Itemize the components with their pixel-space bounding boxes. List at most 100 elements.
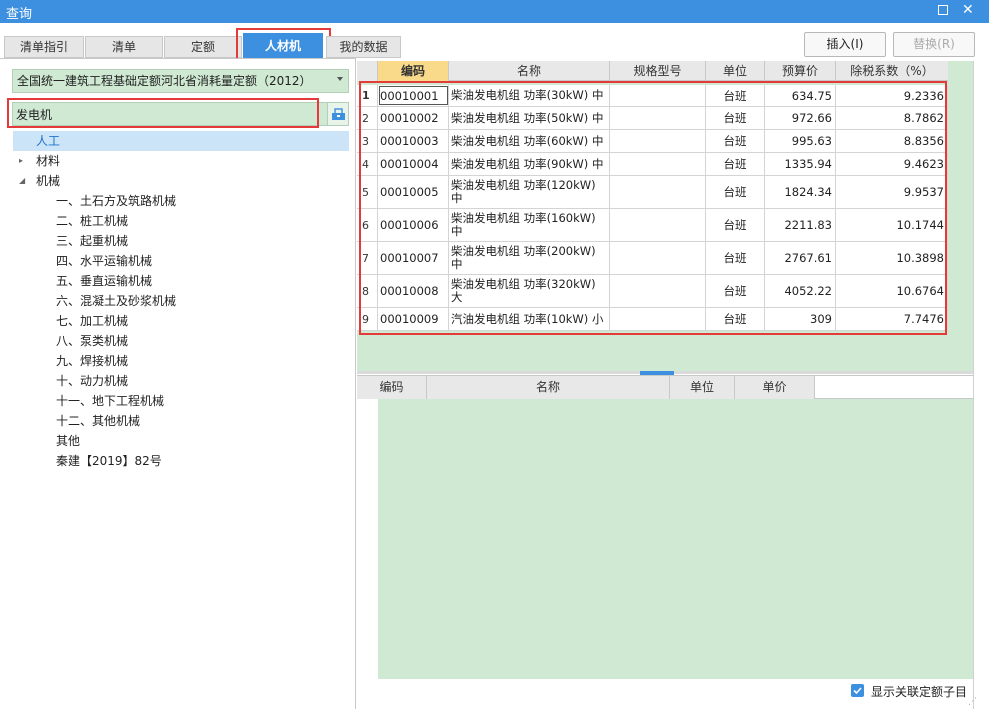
- cell-code[interactable]: 00010009: [378, 308, 449, 330]
- cell-code[interactable]: 00010004: [378, 153, 449, 175]
- resize-grip-icon[interactable]: ⋰: [968, 698, 982, 707]
- cell-tax-coefficient[interactable]: 10.6764: [836, 275, 948, 307]
- cell-spec[interactable]: [610, 275, 706, 307]
- collapse-icon[interactable]: ◢: [19, 176, 25, 185]
- cell-code[interactable]: 00010003: [378, 130, 449, 152]
- cell-tax-coefficient[interactable]: 8.8356: [836, 130, 948, 152]
- cell-code[interactable]: 00010007: [378, 242, 449, 274]
- col-header-price[interactable]: 预算价: [765, 61, 836, 81]
- tree-item-qinjian-2019-82[interactable]: 秦建【2019】82号: [56, 451, 162, 471]
- cell-unit[interactable]: 台班: [706, 153, 765, 175]
- quota-library-select[interactable]: 全国统一建筑工程基础定额河北省消耗量定额（2012）: [12, 69, 349, 93]
- cell-price[interactable]: 2211.83: [765, 209, 836, 241]
- cell-tax-coefficient[interactable]: 10.3898: [836, 242, 948, 274]
- table-row[interactable]: 1 00010001 柴油发电机组 功率(30kW) 中 台班 634.75 9…: [357, 85, 948, 107]
- tree-item-vertical-transport[interactable]: 五、垂直运输机械: [56, 271, 152, 291]
- insert-button[interactable]: 插入(I): [804, 32, 886, 57]
- tree-item-other[interactable]: 其他: [56, 431, 80, 451]
- sub-col-header-code[interactable]: 编码: [357, 376, 427, 399]
- table-row[interactable]: 9 00010009 汽油发电机组 功率(10kW) 小 台班 309 7.74…: [357, 308, 948, 331]
- tree-item-concrete-mortar[interactable]: 六、混凝土及砂浆机械: [56, 291, 176, 311]
- cell-price[interactable]: 309: [765, 308, 836, 330]
- tab-labor-material-machine[interactable]: 人材机: [243, 33, 323, 59]
- cell-code[interactable]: 00010001: [378, 85, 449, 106]
- table-row[interactable]: 3 00010003 柴油发电机组 功率(60kW) 中 台班 995.63 8…: [357, 130, 948, 153]
- col-header-name[interactable]: 名称: [449, 61, 610, 81]
- table-row[interactable]: 2 00010002 柴油发电机组 功率(50kW) 中 台班 972.66 8…: [357, 107, 948, 130]
- tree-item-power[interactable]: 十、动力机械: [56, 371, 128, 391]
- expand-icon[interactable]: ▸: [19, 156, 23, 165]
- tree-item-welding[interactable]: 九、焊接机械: [56, 351, 128, 371]
- show-related-quota-label[interactable]: 显示关联定额子目: [871, 683, 967, 700]
- cell-spec[interactable]: [610, 153, 706, 175]
- tree-item-pile-machinery[interactable]: 二、桩工机械: [56, 211, 128, 231]
- cell-tax-coefficient[interactable]: 10.1744: [836, 209, 948, 241]
- tab-quota[interactable]: 定额: [164, 36, 242, 58]
- cell-spec[interactable]: [610, 209, 706, 241]
- search-button[interactable]: [328, 102, 349, 126]
- col-header-tax-coefficient[interactable]: 除税系数（%）: [836, 61, 948, 81]
- tree-item-machinery[interactable]: 机械: [36, 171, 60, 191]
- cell-spec[interactable]: [610, 176, 706, 208]
- cell-spec[interactable]: [610, 130, 706, 152]
- cell-unit[interactable]: 台班: [706, 308, 765, 330]
- cell-spec[interactable]: [610, 85, 706, 106]
- cell-code[interactable]: 00010005: [378, 176, 449, 208]
- chevron-down-icon[interactable]: [337, 77, 343, 81]
- table-row[interactable]: 6 00010006 柴油发电机组 功率(160kW) 中 台班 2211.83…: [357, 209, 948, 242]
- col-header-code[interactable]: 编码: [378, 61, 449, 81]
- cell-spec[interactable]: [610, 107, 706, 129]
- table-row[interactable]: 7 00010007 柴油发电机组 功率(200kW) 中 台班 2767.61…: [357, 242, 948, 275]
- cell-unit[interactable]: 台班: [706, 275, 765, 307]
- tree-item-lifting-machinery[interactable]: 三、起重机械: [56, 231, 128, 251]
- cell-name[interactable]: 柴油发电机组 功率(90kW) 中: [449, 153, 610, 175]
- tree-item-earthwork-machinery[interactable]: 一、土石方及筑路机械: [56, 191, 176, 211]
- cell-price[interactable]: 4052.22: [765, 275, 836, 307]
- cell-tax-coefficient[interactable]: 7.7476: [836, 308, 948, 330]
- cell-tax-coefficient[interactable]: 8.7862: [836, 107, 948, 129]
- sub-col-header-price[interactable]: 单价: [735, 376, 815, 399]
- maximize-button[interactable]: [938, 5, 948, 15]
- tree-item-pumps[interactable]: 八、泵类机械: [56, 331, 128, 351]
- cell-code[interactable]: 00010006: [378, 209, 449, 241]
- cell-code[interactable]: 00010008: [378, 275, 449, 307]
- tree-item-material[interactable]: 材料: [36, 151, 60, 171]
- cell-name[interactable]: 柴油发电机组 功率(50kW) 中: [449, 107, 610, 129]
- cell-unit[interactable]: 台班: [706, 85, 765, 106]
- table-row[interactable]: 5 00010005 柴油发电机组 功率(120kW) 中 台班 1824.34…: [357, 176, 948, 209]
- cell-name[interactable]: 柴油发电机组 功率(200kW) 中: [449, 242, 610, 274]
- cell-price[interactable]: 2767.61: [765, 242, 836, 274]
- cell-price[interactable]: 972.66: [765, 107, 836, 129]
- search-input[interactable]: [12, 102, 328, 126]
- close-button[interactable]: ✕: [962, 2, 974, 18]
- cell-name[interactable]: 柴油发电机组 功率(160kW) 中: [449, 209, 610, 241]
- tree-item-labor[interactable]: 人工: [13, 131, 349, 151]
- tab-my-data[interactable]: 我的数据: [326, 36, 401, 58]
- tab-list[interactable]: 清单: [85, 36, 163, 58]
- cell-spec[interactable]: [610, 242, 706, 274]
- cell-unit[interactable]: 台班: [706, 176, 765, 208]
- tree-item-underground[interactable]: 十一、地下工程机械: [56, 391, 164, 411]
- cell-unit[interactable]: 台班: [706, 242, 765, 274]
- cell-spec[interactable]: [610, 308, 706, 330]
- cell-price[interactable]: 1335.94: [765, 153, 836, 175]
- cell-tax-coefficient[interactable]: 9.4623: [836, 153, 948, 175]
- sub-col-header-unit[interactable]: 单位: [670, 376, 735, 399]
- cell-price[interactable]: 1824.34: [765, 176, 836, 208]
- sub-col-header-name[interactable]: 名称: [427, 376, 670, 399]
- cell-tax-coefficient[interactable]: 9.9537: [836, 176, 948, 208]
- cell-name[interactable]: 柴油发电机组 功率(30kW) 中: [449, 85, 610, 106]
- col-header-unit[interactable]: 单位: [706, 61, 765, 81]
- cell-unit[interactable]: 台班: [706, 209, 765, 241]
- tab-list-guide[interactable]: 清单指引: [4, 36, 84, 58]
- cell-name[interactable]: 柴油发电机组 功率(60kW) 中: [449, 130, 610, 152]
- tree-item-other-machinery[interactable]: 十二、其他机械: [56, 411, 140, 431]
- table-row[interactable]: 4 00010004 柴油发电机组 功率(90kW) 中 台班 1335.94 …: [357, 153, 948, 176]
- col-header-spec[interactable]: 规格型号: [610, 61, 706, 81]
- table-row[interactable]: 8 00010008 柴油发电机组 功率(320kW) 大 台班 4052.22…: [357, 275, 948, 308]
- cell-price[interactable]: 634.75: [765, 85, 836, 106]
- cell-unit[interactable]: 台班: [706, 107, 765, 129]
- cell-name[interactable]: 柴油发电机组 功率(320kW) 大: [449, 275, 610, 307]
- tree-item-processing[interactable]: 七、加工机械: [56, 311, 128, 331]
- cell-name[interactable]: 汽油发电机组 功率(10kW) 小: [449, 308, 610, 330]
